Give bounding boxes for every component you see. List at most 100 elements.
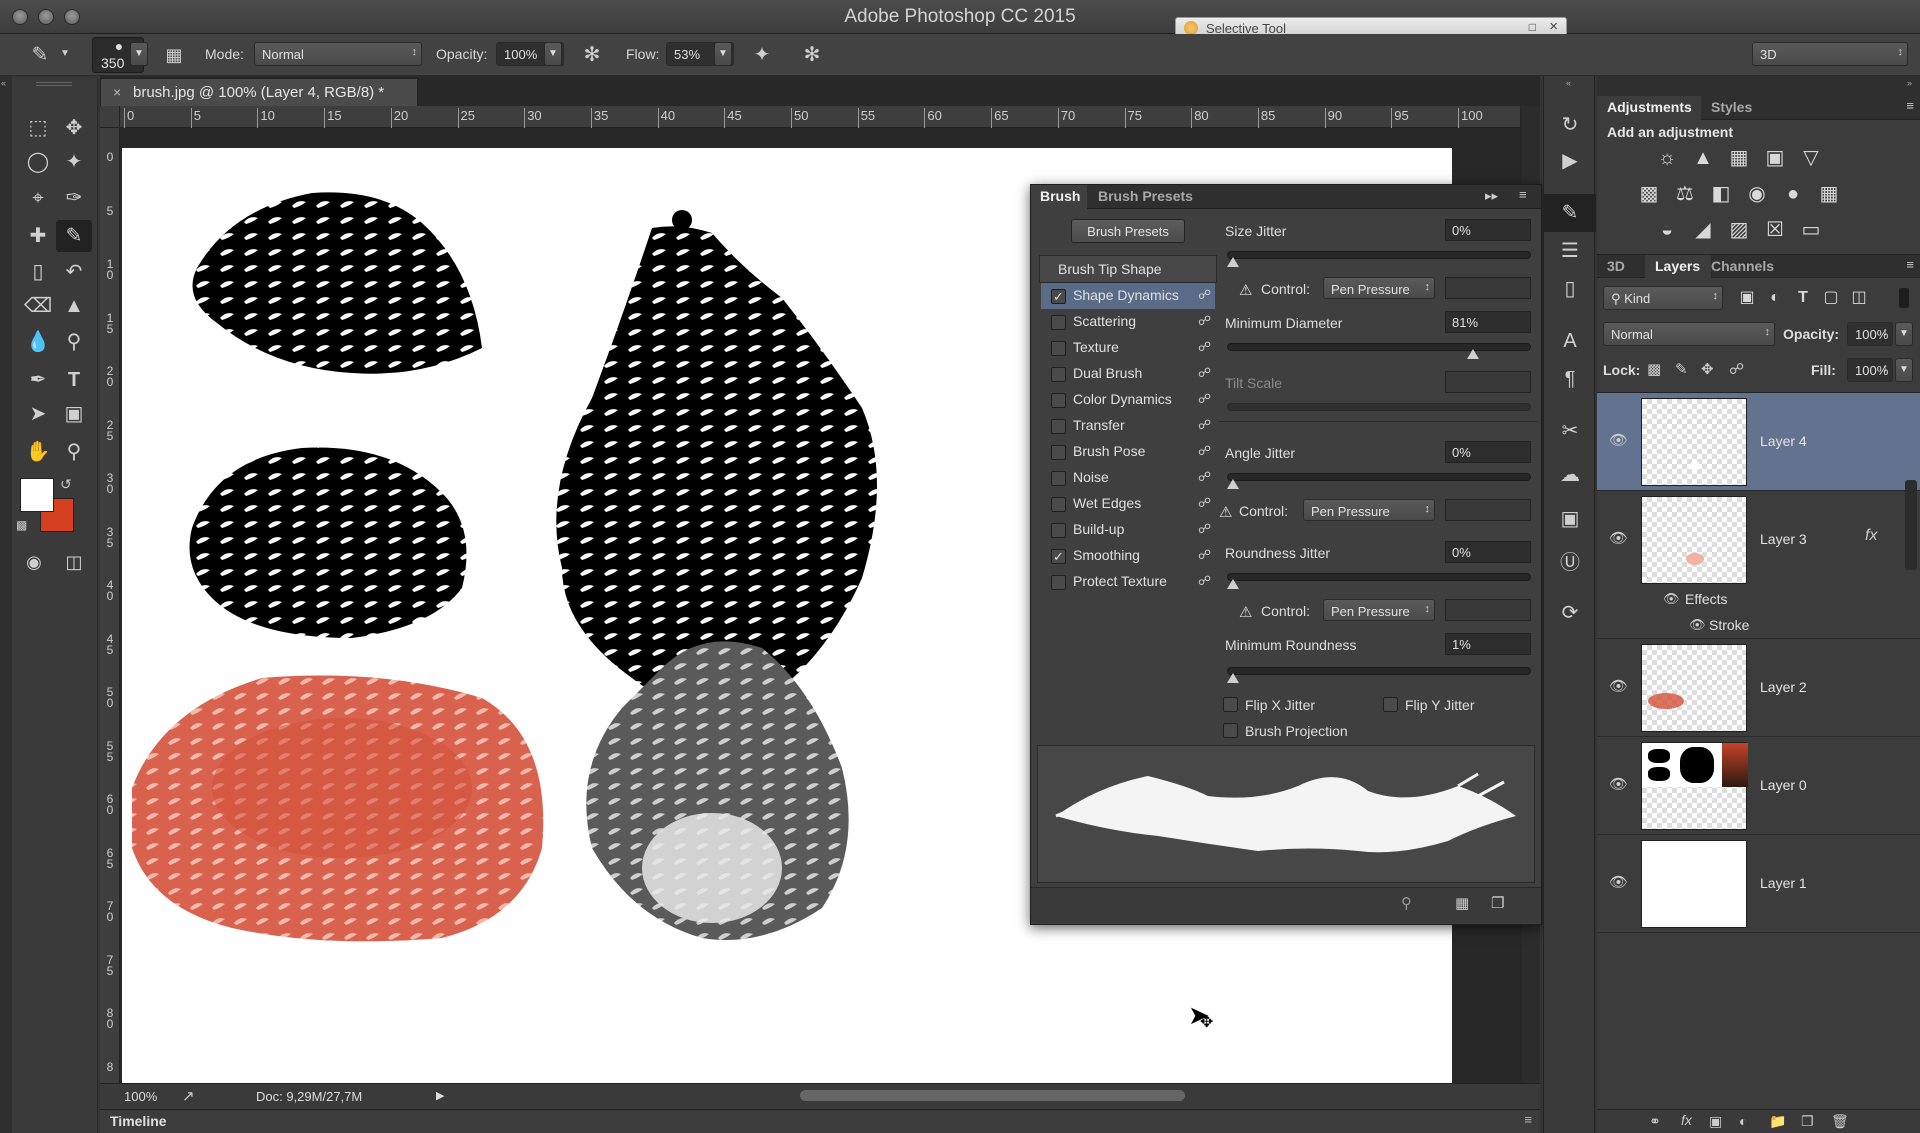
collapse-arrows-icon[interactable]: » [1907,78,1912,88]
tab-3d[interactable]: 3D [1607,255,1625,279]
screen-mode-icon[interactable]: ◫ [56,546,92,578]
fx-icon[interactable]: fx [1865,527,1877,545]
size-control-select[interactable]: Pen Pressure [1323,277,1435,299]
type-tool-icon[interactable]: T [56,364,92,396]
lock-icon[interactable]: ☍ [1198,573,1211,589]
tilt-scale-slider[interactable] [1227,403,1531,411]
minimum-roundness-knob[interactable] [1227,673,1239,683]
healing-tool-icon[interactable]: ✚ [20,220,56,252]
filter-adjustment-icon[interactable]: ◐ [1761,284,1789,312]
list-item-transfer[interactable]: Transfer ☍ [1041,413,1215,439]
size-jitter-input[interactable]: 0% [1445,219,1531,241]
layer-row-layer-2[interactable]: 👁 Layer 2 [1597,639,1920,737]
list-item-scattering[interactable]: Scattering ☍ [1041,309,1215,335]
eyedropper-tool-icon[interactable]: ✑ [56,182,92,214]
history-brush-tool-icon[interactable]: ↶ [56,256,92,288]
tab-channels[interactable]: Channels [1711,255,1774,279]
share-icon[interactable]: ↗ [182,1087,195,1105]
list-item-brush-pose[interactable]: Brush Pose ☍ [1041,439,1215,465]
status-menu-arrow-icon[interactable]: ▶ [436,1089,444,1102]
list-item-noise[interactable]: Noise ☍ [1041,465,1215,491]
pressure-size-icon[interactable]: ✻ [798,41,826,69]
stroke-eye-icon[interactable]: 👁 [1689,617,1706,633]
curves-icon[interactable]: ▦ [1725,144,1753,172]
list-item-color-dynamics[interactable]: Color Dynamics ☍ [1041,387,1215,413]
magic-wand-tool-icon[interactable]: ✦ [56,146,92,178]
flip-x-jitter-checkbox[interactable] [1223,697,1238,712]
layer-opacity-dropdown[interactable]: ▼ [1895,322,1913,346]
angle-jitter-knob[interactable] [1227,479,1239,489]
brush-tip-shape-item[interactable]: Brush Tip Shape [1039,255,1217,283]
fill-input[interactable]: 100% [1847,358,1893,382]
tab-styles[interactable]: Styles [1711,96,1752,120]
invert-icon[interactable]: ◒ [1653,216,1681,244]
brush-size-dropdown[interactable]: ▼ [130,42,148,66]
layer-row-layer-4[interactable]: 👁 Layer 4 [1597,393,1920,491]
lock-image-icon[interactable]: ✎ [1675,360,1688,378]
layer-name[interactable]: Layer 3 [1760,531,1807,547]
plugin-s-icon[interactable]: Ⓤ [1544,544,1596,582]
blend-mode-select[interactable]: Normal [1603,322,1775,346]
lock-icon[interactable]: ☍ [1198,495,1211,511]
rectangle-tool-icon[interactable]: ▣ [56,398,92,430]
visibility-eye-icon[interactable]: 👁 [1609,873,1628,891]
actions-play-icon[interactable]: ▶ [1544,142,1596,180]
angle-jitter-slider[interactable] [1227,473,1531,481]
list-item-wet-edges[interactable]: Wet Edges ☍ [1041,491,1215,517]
effects-eye-icon[interactable]: 👁 [1663,591,1680,607]
new-adjustment-layer-icon[interactable]: ◐ [1739,1113,1747,1129]
path-selection-tool-icon[interactable]: ➤ [20,398,56,430]
toolbox-collapse-strip[interactable]: « [0,76,12,1133]
lock-icon[interactable]: ☍ [1198,521,1211,537]
tab-adjustments[interactable]: Adjustments [1607,96,1692,120]
checkbox[interactable]: ✓ [1051,549,1066,564]
list-item-dual-brush[interactable]: Dual Brush ☍ [1041,361,1215,387]
layer-opacity-input[interactable]: 100% [1847,322,1893,346]
roundness-jitter-input[interactable]: 0% [1445,541,1531,563]
lock-icon[interactable]: ☍ [1198,339,1211,355]
mode-select[interactable]: Normal [254,42,422,66]
minimum-diameter-input[interactable]: 81% [1445,311,1531,333]
collapse-arrows-icon[interactable]: « [1,78,6,88]
document-tab[interactable]: × brush.jpg @ 100% (Layer 4, RGB/8) * [100,78,418,106]
lasso-tool-icon[interactable]: ◯ [20,146,56,178]
paint-bucket-tool-icon[interactable]: ▲ [56,290,92,322]
list-item-build-up[interactable]: Build-up ☍ [1041,517,1215,543]
layer-name[interactable]: Layer 4 [1760,433,1807,449]
tool-presets-icon[interactable]: ✂ [1544,412,1596,450]
crop-tool-icon[interactable]: ⌖ [20,182,56,214]
add-style-fx-icon[interactable]: fx [1681,1112,1692,1128]
layer-name[interactable]: Layer 2 [1760,679,1807,695]
blur-tool-icon[interactable]: 💧 [20,326,56,358]
refresh-icon[interactable]: ⟳ [1544,594,1596,632]
tab-brush-presets[interactable]: Brush Presets [1098,188,1193,204]
visibility-eye-icon[interactable]: 👁 [1609,677,1628,695]
layers-scrollbar[interactable] [1905,480,1917,570]
close-document-icon[interactable]: × [113,84,121,100]
angle-control-extra[interactable] [1445,499,1531,521]
workspace-select[interactable]: 3D [1752,42,1908,66]
layer-name[interactable]: Layer 1 [1760,875,1807,891]
layer-row-layer-3[interactable]: 👁 Layer 3 fx 👁 Effects 👁 Stroke [1597,491,1920,639]
opacity-dropdown[interactable]: ▼ [544,42,562,66]
fill-dropdown[interactable]: ▼ [1895,358,1913,382]
checkbox[interactable] [1051,471,1066,486]
size-control-extra[interactable] [1445,277,1531,299]
checkbox[interactable] [1051,393,1066,408]
swap-colors-icon[interactable]: ↺ [60,476,72,493]
quick-mask-icon[interactable]: ◉ [16,546,52,578]
filter-smart-object-icon[interactable]: ◫ [1845,284,1873,312]
libraries-icon[interactable]: ☁ [1544,456,1596,494]
eraser-tool-icon[interactable]: ⌫ [20,290,56,322]
checkbox[interactable] [1051,445,1066,460]
threshold-icon[interactable]: ▨ [1725,216,1753,244]
photo-filter-icon[interactable]: ◉ [1743,180,1771,208]
marquee-tool-icon[interactable]: ⬚ [20,112,56,144]
lock-all-icon[interactable]: ☍ [1729,360,1744,378]
toolbox-grip[interactable] [36,82,72,86]
add-mask-icon[interactable]: ▣ [1709,1113,1722,1130]
list-item-shape-dynamics[interactable]: ✓ Shape Dynamics ☍ [1041,283,1215,309]
lock-icon[interactable]: ☍ [1198,417,1211,433]
brightness-icon[interactable]: ☼ [1653,144,1681,172]
lock-icon[interactable]: ☍ [1198,469,1211,485]
